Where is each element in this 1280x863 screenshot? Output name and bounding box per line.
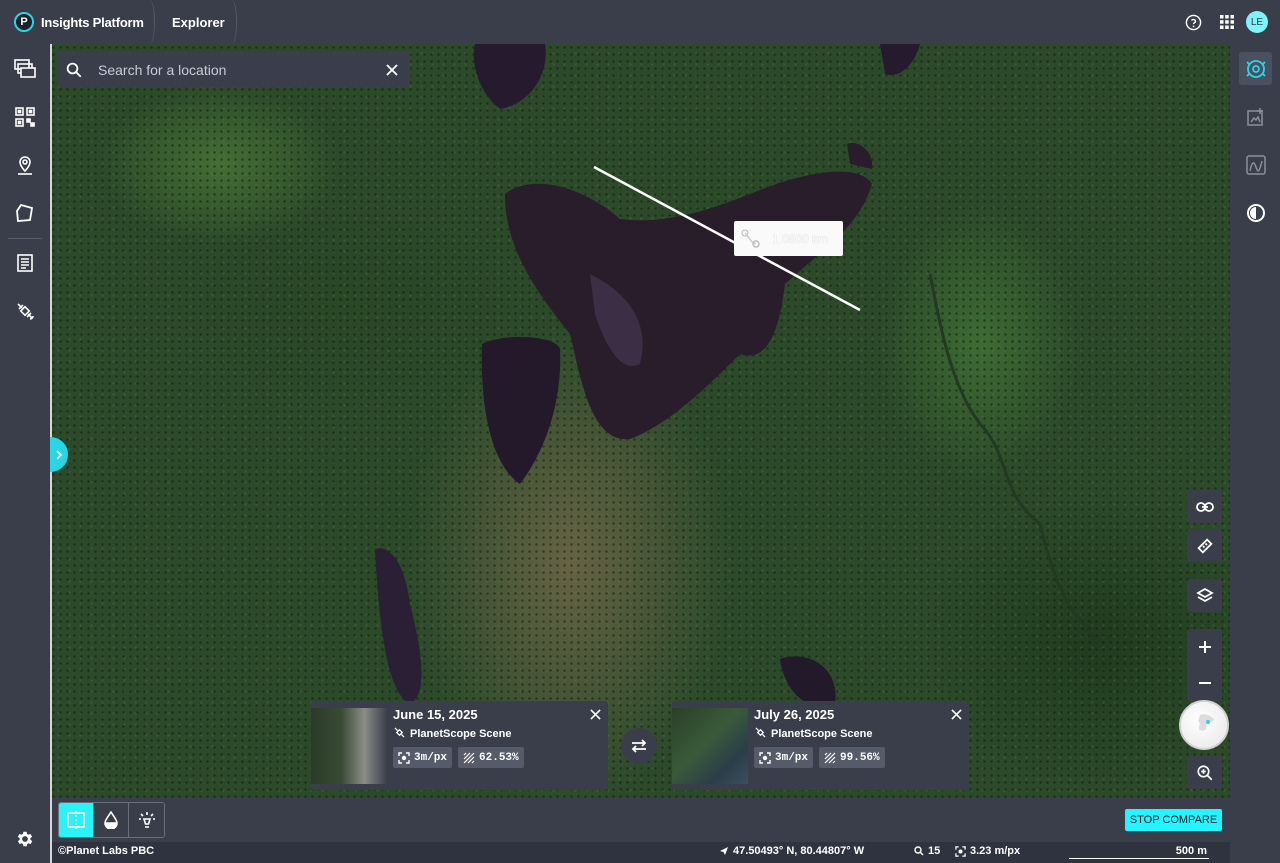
qr-grid-icon[interactable]: [12, 104, 38, 130]
contrast-icon[interactable]: [1239, 196, 1272, 229]
right-rail: [1230, 44, 1280, 863]
swap-icon[interactable]: [621, 728, 657, 764]
brand-divider: [145, 0, 155, 44]
polygon-icon[interactable]: [12, 200, 38, 226]
tab-explorer-label: Explorer: [172, 14, 225, 30]
layers-stack-icon[interactable]: [12, 56, 38, 82]
spotlight-icon[interactable]: [129, 803, 164, 837]
coverage-icon: [463, 752, 475, 763]
chart-area-icon[interactable]: [1239, 148, 1272, 181]
coverage-value: 62.53%: [479, 751, 519, 764]
tab-divider: [227, 0, 237, 44]
brand[interactable]: P Insights Platform: [0, 0, 155, 44]
left-rail: [0, 44, 50, 863]
rail-divider: [8, 238, 42, 239]
satellite-icon: [393, 726, 406, 742]
close-icon[interactable]: [588, 707, 602, 721]
resolution-value: 3m/px: [414, 751, 448, 764]
bottom-toolbar: STOP COMPARE: [52, 798, 1230, 842]
scene-thumbnail: [311, 708, 387, 784]
coverage-value: 99.56%: [840, 751, 880, 764]
coverage-icon: [824, 752, 836, 763]
coverage-badge: 99.56%: [819, 747, 885, 768]
navigation-arrow-icon: [720, 847, 728, 855]
top-bar: P Insights Platform Explorer LE: [0, 0, 1280, 44]
zoom-in-button[interactable]: [1187, 629, 1222, 665]
search-icon: [57, 61, 91, 79]
scene-type: PlanetScope Scene: [754, 726, 969, 742]
scene-date: July 26, 2025: [754, 707, 835, 722]
satellite-map[interactable]: 1.0800 km: [50, 44, 1230, 798]
pixel-size: 3.23 m/px: [955, 845, 1020, 857]
search-input[interactable]: [91, 61, 374, 78]
resolution-icon: [398, 751, 410, 764]
app-title: Insights Platform: [41, 14, 144, 30]
scene-date: June 15, 2025: [393, 707, 478, 722]
attribution: ©Planet Labs PBC: [58, 845, 155, 857]
scene-type-label: PlanetScope Scene: [771, 728, 873, 740]
zoom-value: 15: [928, 845, 941, 857]
zoom-out-button[interactable]: [1187, 665, 1222, 701]
satellite-icon[interactable]: [12, 298, 38, 324]
globe-icon[interactable]: [1179, 700, 1229, 750]
link-icon[interactable]: [1187, 490, 1222, 523]
compare-mode-tools: [58, 802, 165, 838]
zoom-search-icon[interactable]: [1187, 756, 1222, 789]
close-icon[interactable]: [949, 707, 963, 721]
apps-grid-icon[interactable]: [1210, 5, 1244, 39]
resolution-value: 3m/px: [775, 751, 809, 764]
avatar[interactable]: LE: [1246, 11, 1268, 33]
coverage-badge: 62.53%: [458, 747, 524, 768]
location-search: [57, 52, 410, 87]
add-image-icon[interactable]: [1239, 100, 1272, 133]
scene-thumbnail: [672, 708, 748, 784]
tab-explorer[interactable]: Explorer: [155, 0, 237, 44]
layers-icon[interactable]: [1187, 579, 1222, 612]
status-bar: ©Planet Labs PBC 47.50493° N, 80.44807° …: [52, 842, 1230, 863]
opacity-drop-icon[interactable]: [94, 803, 129, 837]
compare-card-left[interactable]: June 15, 2025 PlanetScope Scene 3m/px 62…: [311, 701, 608, 790]
document-icon[interactable]: [12, 250, 38, 276]
resolution-icon: [759, 751, 771, 764]
close-icon[interactable]: [374, 63, 410, 76]
resolution-badge: 3m/px: [393, 747, 453, 768]
stop-compare-button[interactable]: STOP COMPARE: [1125, 809, 1222, 831]
compare-card-right[interactable]: July 26, 2025 PlanetScope Scene 3m/px 99…: [672, 701, 969, 790]
zoom-level: 15: [914, 845, 940, 857]
measurement-label: 1.0800 km: [734, 221, 843, 256]
coordinates-readout: 47.50493° N, 80.44807° W: [719, 845, 864, 857]
zoom-controls: [1187, 629, 1222, 701]
measure-icon: [741, 229, 760, 248]
resolution-badge: 3m/px: [754, 747, 814, 768]
chevron-right-icon: [56, 449, 63, 460]
brand-logo: P: [14, 12, 34, 32]
magnifier-icon: [914, 846, 924, 856]
resolution-icon: [955, 845, 966, 857]
pixel-size-value: 3.23 m/px: [970, 845, 1021, 857]
scene-type-label: PlanetScope Scene: [410, 728, 512, 740]
gear-icon[interactable]: [12, 826, 38, 852]
satellite-icon: [754, 726, 767, 742]
help-circle-icon[interactable]: [1176, 5, 1210, 39]
scale-bar: 500 m: [1069, 845, 1209, 859]
location-pin-icon[interactable]: [12, 152, 38, 178]
lakes-layer: [375, 44, 1102, 707]
coordinates-value: 47.50493° N, 80.44807° W: [733, 845, 865, 857]
measurement-distance: 1.0800 km: [772, 231, 829, 246]
radar-icon[interactable]: [1239, 52, 1272, 85]
scene-type: PlanetScope Scene: [393, 726, 608, 742]
split-view-icon[interactable]: [59, 803, 94, 837]
ruler-icon[interactable]: [1187, 529, 1222, 562]
